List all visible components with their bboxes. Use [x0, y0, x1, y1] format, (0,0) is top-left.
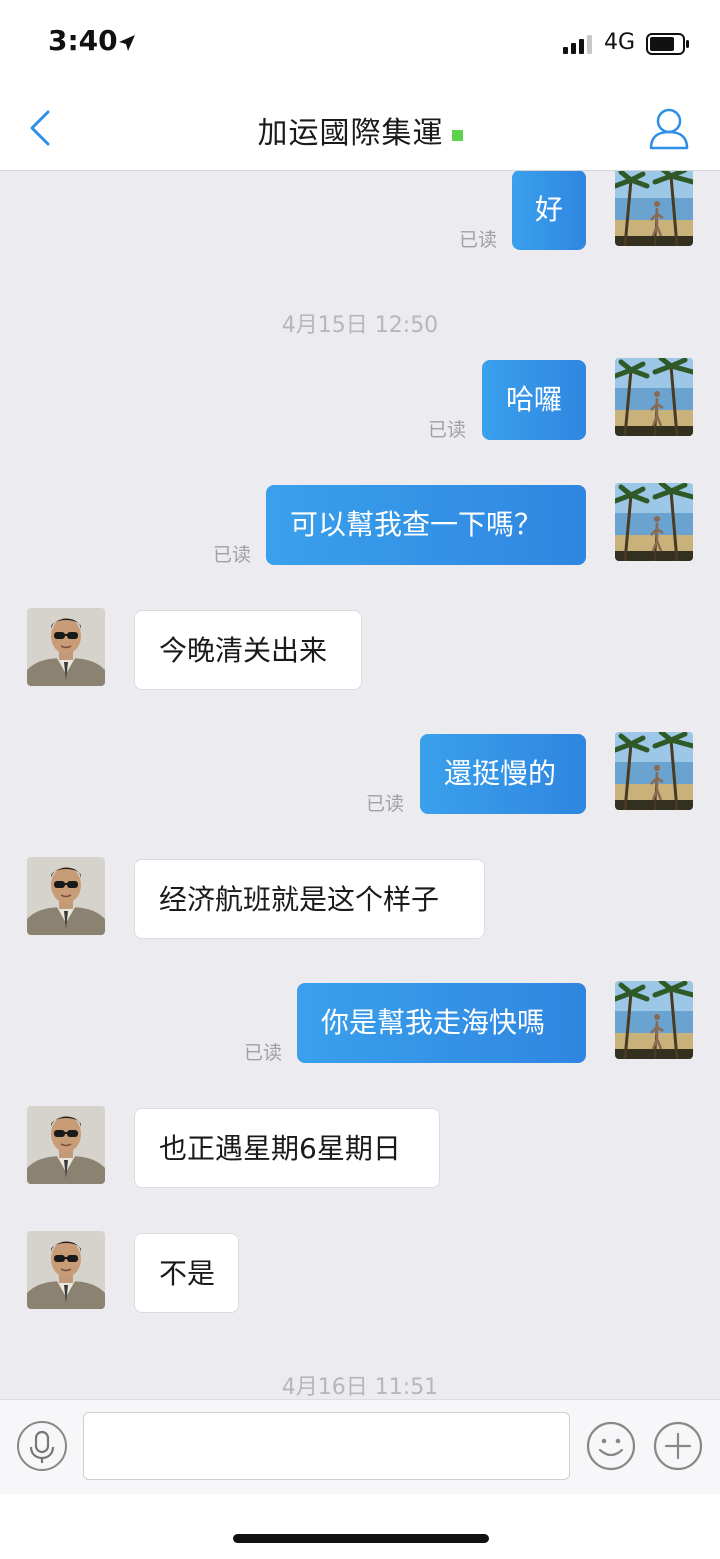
read-receipt: 已读 — [459, 229, 498, 251]
message-text-input[interactable] — [83, 1412, 570, 1480]
online-status-dot — [451, 130, 463, 141]
outgoing-message-bubble[interactable]: 好 — [512, 171, 586, 250]
location-arrow-icon — [119, 35, 135, 51]
my-avatar[interactable] — [615, 358, 693, 436]
timestamp: 4月15日 12:50 — [281, 313, 439, 338]
read-receipt: 已读 — [366, 793, 405, 815]
contact-avatar[interactable] — [27, 608, 105, 686]
my-avatar[interactable] — [615, 171, 693, 246]
microphone-icon — [29, 1430, 55, 1463]
chat-message-list[interactable]: 好 已读 4月15日 12:50 哈囉 已读 可以幫我查一下嗎？ 已读 今晚清关… — [0, 171, 720, 1399]
status-bar: 3:40 4G — [0, 0, 720, 88]
read-receipt: 已读 — [244, 1042, 283, 1064]
plus-icon[interactable] — [653, 1421, 703, 1471]
read-receipt: 已读 — [213, 544, 252, 566]
network-type: 4G — [604, 30, 636, 55]
status-time: 3:40 — [48, 24, 118, 57]
incoming-message-bubble[interactable]: 经济航班就是这个样子 — [134, 859, 485, 939]
home-indicator-area — [0, 1494, 720, 1559]
outgoing-message-bubble[interactable]: 可以幫我查一下嗎？ — [266, 485, 586, 565]
my-avatar[interactable] — [615, 732, 693, 810]
my-avatar[interactable] — [615, 981, 693, 1059]
battery-icon — [646, 33, 689, 55]
message-input-bar — [0, 1399, 720, 1495]
chat-title: 加运國際集運 — [257, 116, 444, 151]
cellular-signal-icon — [563, 35, 592, 54]
incoming-message-bubble[interactable]: 不是 — [134, 1233, 239, 1313]
voice-input-button[interactable] — [17, 1421, 67, 1471]
outgoing-message-bubble[interactable]: 還挺慢的 — [420, 734, 586, 814]
navigation-bar: 加运國際集運 — [0, 88, 720, 171]
timestamp: 4月16日 11:51 — [281, 1375, 439, 1399]
chat-title-wrap: 加运國際集運 — [0, 108, 720, 152]
smiley-icon[interactable] — [586, 1421, 636, 1471]
outgoing-message-bubble[interactable]: 哈囉 — [482, 360, 586, 440]
my-avatar[interactable] — [615, 483, 693, 561]
contact-avatar[interactable] — [27, 857, 105, 935]
incoming-message-bubble[interactable]: 今晚清关出来 — [134, 610, 362, 690]
outgoing-message-bubble[interactable]: 你是幫我走海快嗎 — [297, 983, 586, 1063]
read-receipt: 已读 — [428, 419, 467, 441]
contact-avatar[interactable] — [27, 1231, 105, 1309]
home-indicator[interactable] — [233, 1534, 489, 1543]
user-profile-icon[interactable] — [648, 104, 690, 152]
incoming-message-bubble[interactable]: 也正遇星期6星期日 — [134, 1108, 440, 1188]
contact-avatar[interactable] — [27, 1106, 105, 1184]
